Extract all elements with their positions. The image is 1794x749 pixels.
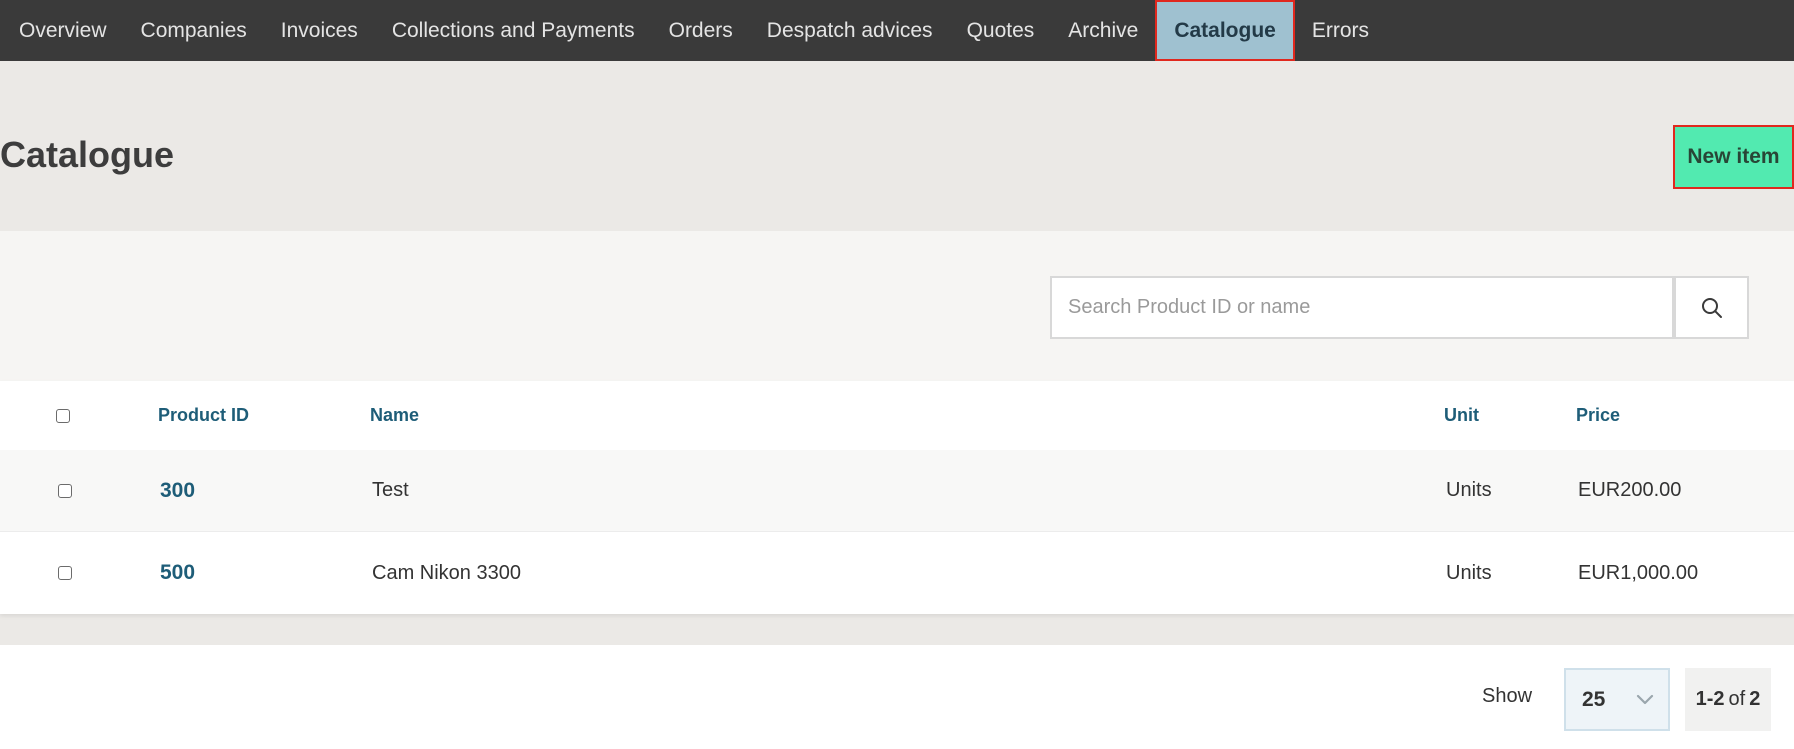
row-checkbox[interactable] bbox=[58, 483, 72, 498]
search-icon bbox=[1701, 297, 1722, 318]
product-name: Cam Nikon 3300 bbox=[372, 561, 521, 584]
product-id-link[interactable]: 500 bbox=[160, 532, 195, 614]
column-header-product-id[interactable]: Product ID bbox=[158, 381, 249, 450]
page-range-total: 2 bbox=[1749, 688, 1761, 710]
row-select-cell bbox=[58, 532, 72, 614]
nav-item-archive[interactable]: Archive bbox=[1051, 0, 1155, 61]
table-row[interactable]: 500 Cam Nikon 3300 Units EUR1,000.00 bbox=[0, 532, 1794, 614]
search-panel bbox=[0, 231, 1794, 381]
pagination-footer: Show 25 1-2 of 2 bbox=[0, 645, 1794, 749]
nav-item-companies[interactable]: Companies bbox=[124, 0, 264, 61]
nav-item-errors[interactable]: Errors bbox=[1295, 0, 1386, 61]
page-range-indicator: 1-2 of 2 bbox=[1685, 668, 1771, 731]
table-row[interactable]: 300 Test Units EUR200.00 bbox=[0, 450, 1794, 532]
catalogue-table: Product ID Name Unit Price 300 Test Unit… bbox=[0, 381, 1794, 614]
page-range-of: of bbox=[1728, 688, 1746, 710]
select-all-cell bbox=[56, 381, 70, 450]
product-id-link[interactable]: 300 bbox=[160, 450, 195, 531]
select-all-checkbox[interactable] bbox=[56, 408, 70, 423]
nav-item-overview[interactable]: Overview bbox=[2, 0, 124, 61]
top-navigation: Overview Companies Invoices Collections … bbox=[0, 0, 1794, 61]
product-unit: Units bbox=[1446, 479, 1492, 501]
nav-item-collections-and-payments[interactable]: Collections and Payments bbox=[375, 0, 652, 61]
page-title: Catalogue bbox=[0, 134, 175, 175]
show-label: Show bbox=[1482, 685, 1533, 707]
chevron-down-icon bbox=[1636, 694, 1654, 704]
page-range-start: 1-2 bbox=[1695, 688, 1725, 710]
page-size-value: 25 bbox=[1582, 687, 1606, 711]
product-unit: Units bbox=[1446, 561, 1492, 584]
row-checkbox[interactable] bbox=[58, 566, 72, 580]
nav-item-orders[interactable]: Orders bbox=[652, 0, 750, 61]
nav-item-catalogue[interactable]: Catalogue bbox=[1155, 0, 1295, 61]
column-header-price[interactable]: Price bbox=[1576, 381, 1620, 450]
product-price: EUR200.00 bbox=[1578, 479, 1682, 501]
nav-item-quotes[interactable]: Quotes bbox=[950, 0, 1052, 61]
search-button[interactable] bbox=[1674, 276, 1749, 339]
nav-item-invoices[interactable]: Invoices bbox=[264, 0, 375, 61]
column-header-unit[interactable]: Unit bbox=[1444, 381, 1479, 450]
product-name: Test bbox=[372, 479, 409, 501]
column-header-name[interactable]: Name bbox=[370, 381, 419, 450]
table-header-row: Product ID Name Unit Price bbox=[0, 381, 1794, 451]
row-select-cell bbox=[58, 450, 72, 531]
page-size-select[interactable]: 25 bbox=[1564, 668, 1670, 731]
new-item-button[interactable]: New item bbox=[1673, 125, 1794, 189]
search-input[interactable] bbox=[1050, 276, 1674, 339]
nav-item-despatch-advices[interactable]: Despatch advices bbox=[750, 0, 950, 61]
product-price: EUR1,000.00 bbox=[1578, 561, 1699, 584]
